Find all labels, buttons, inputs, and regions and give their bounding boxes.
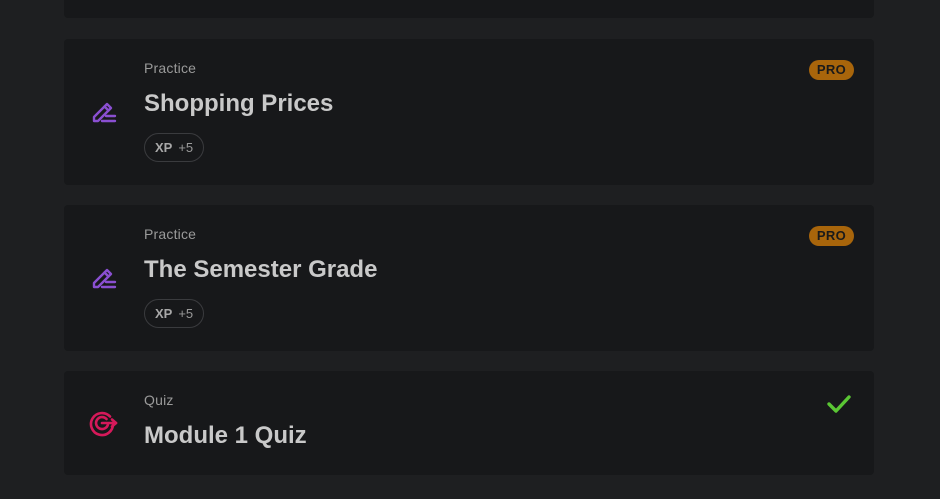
pencil-icon [92, 102, 117, 123]
xp-value: +5 [178, 140, 194, 155]
lesson-card-module-1-quiz[interactable]: Quiz Module 1 Quiz [64, 371, 874, 475]
pencil-icon [92, 268, 117, 289]
lesson-card-semester-grade[interactable]: Practice The Semester Grade XP +5 PRO [64, 205, 874, 351]
checkmark-icon [827, 395, 851, 413]
lesson-kind: Practice [144, 226, 197, 242]
target-icon [89, 411, 118, 437]
xp-label: XP [155, 140, 173, 155]
lesson-title[interactable]: Shopping Prices [144, 90, 333, 118]
lesson-kind: Practice [144, 60, 197, 76]
lesson-card-previous[interactable] [64, 0, 874, 18]
lesson-kind: Quiz [144, 392, 174, 408]
xp-value: +5 [178, 306, 194, 321]
lesson-title[interactable]: Module 1 Quiz [144, 422, 307, 450]
lesson-card-shopping-prices[interactable]: Practice Shopping Prices XP +5 PRO [64, 39, 874, 185]
pro-badge: PRO [808, 226, 854, 246]
xp-label: XP [155, 306, 173, 321]
pro-badge: PRO [808, 60, 854, 80]
xp-pill: XP +5 [144, 299, 205, 328]
lesson-title[interactable]: The Semester Grade [144, 256, 377, 284]
xp-pill: XP +5 [144, 133, 205, 162]
